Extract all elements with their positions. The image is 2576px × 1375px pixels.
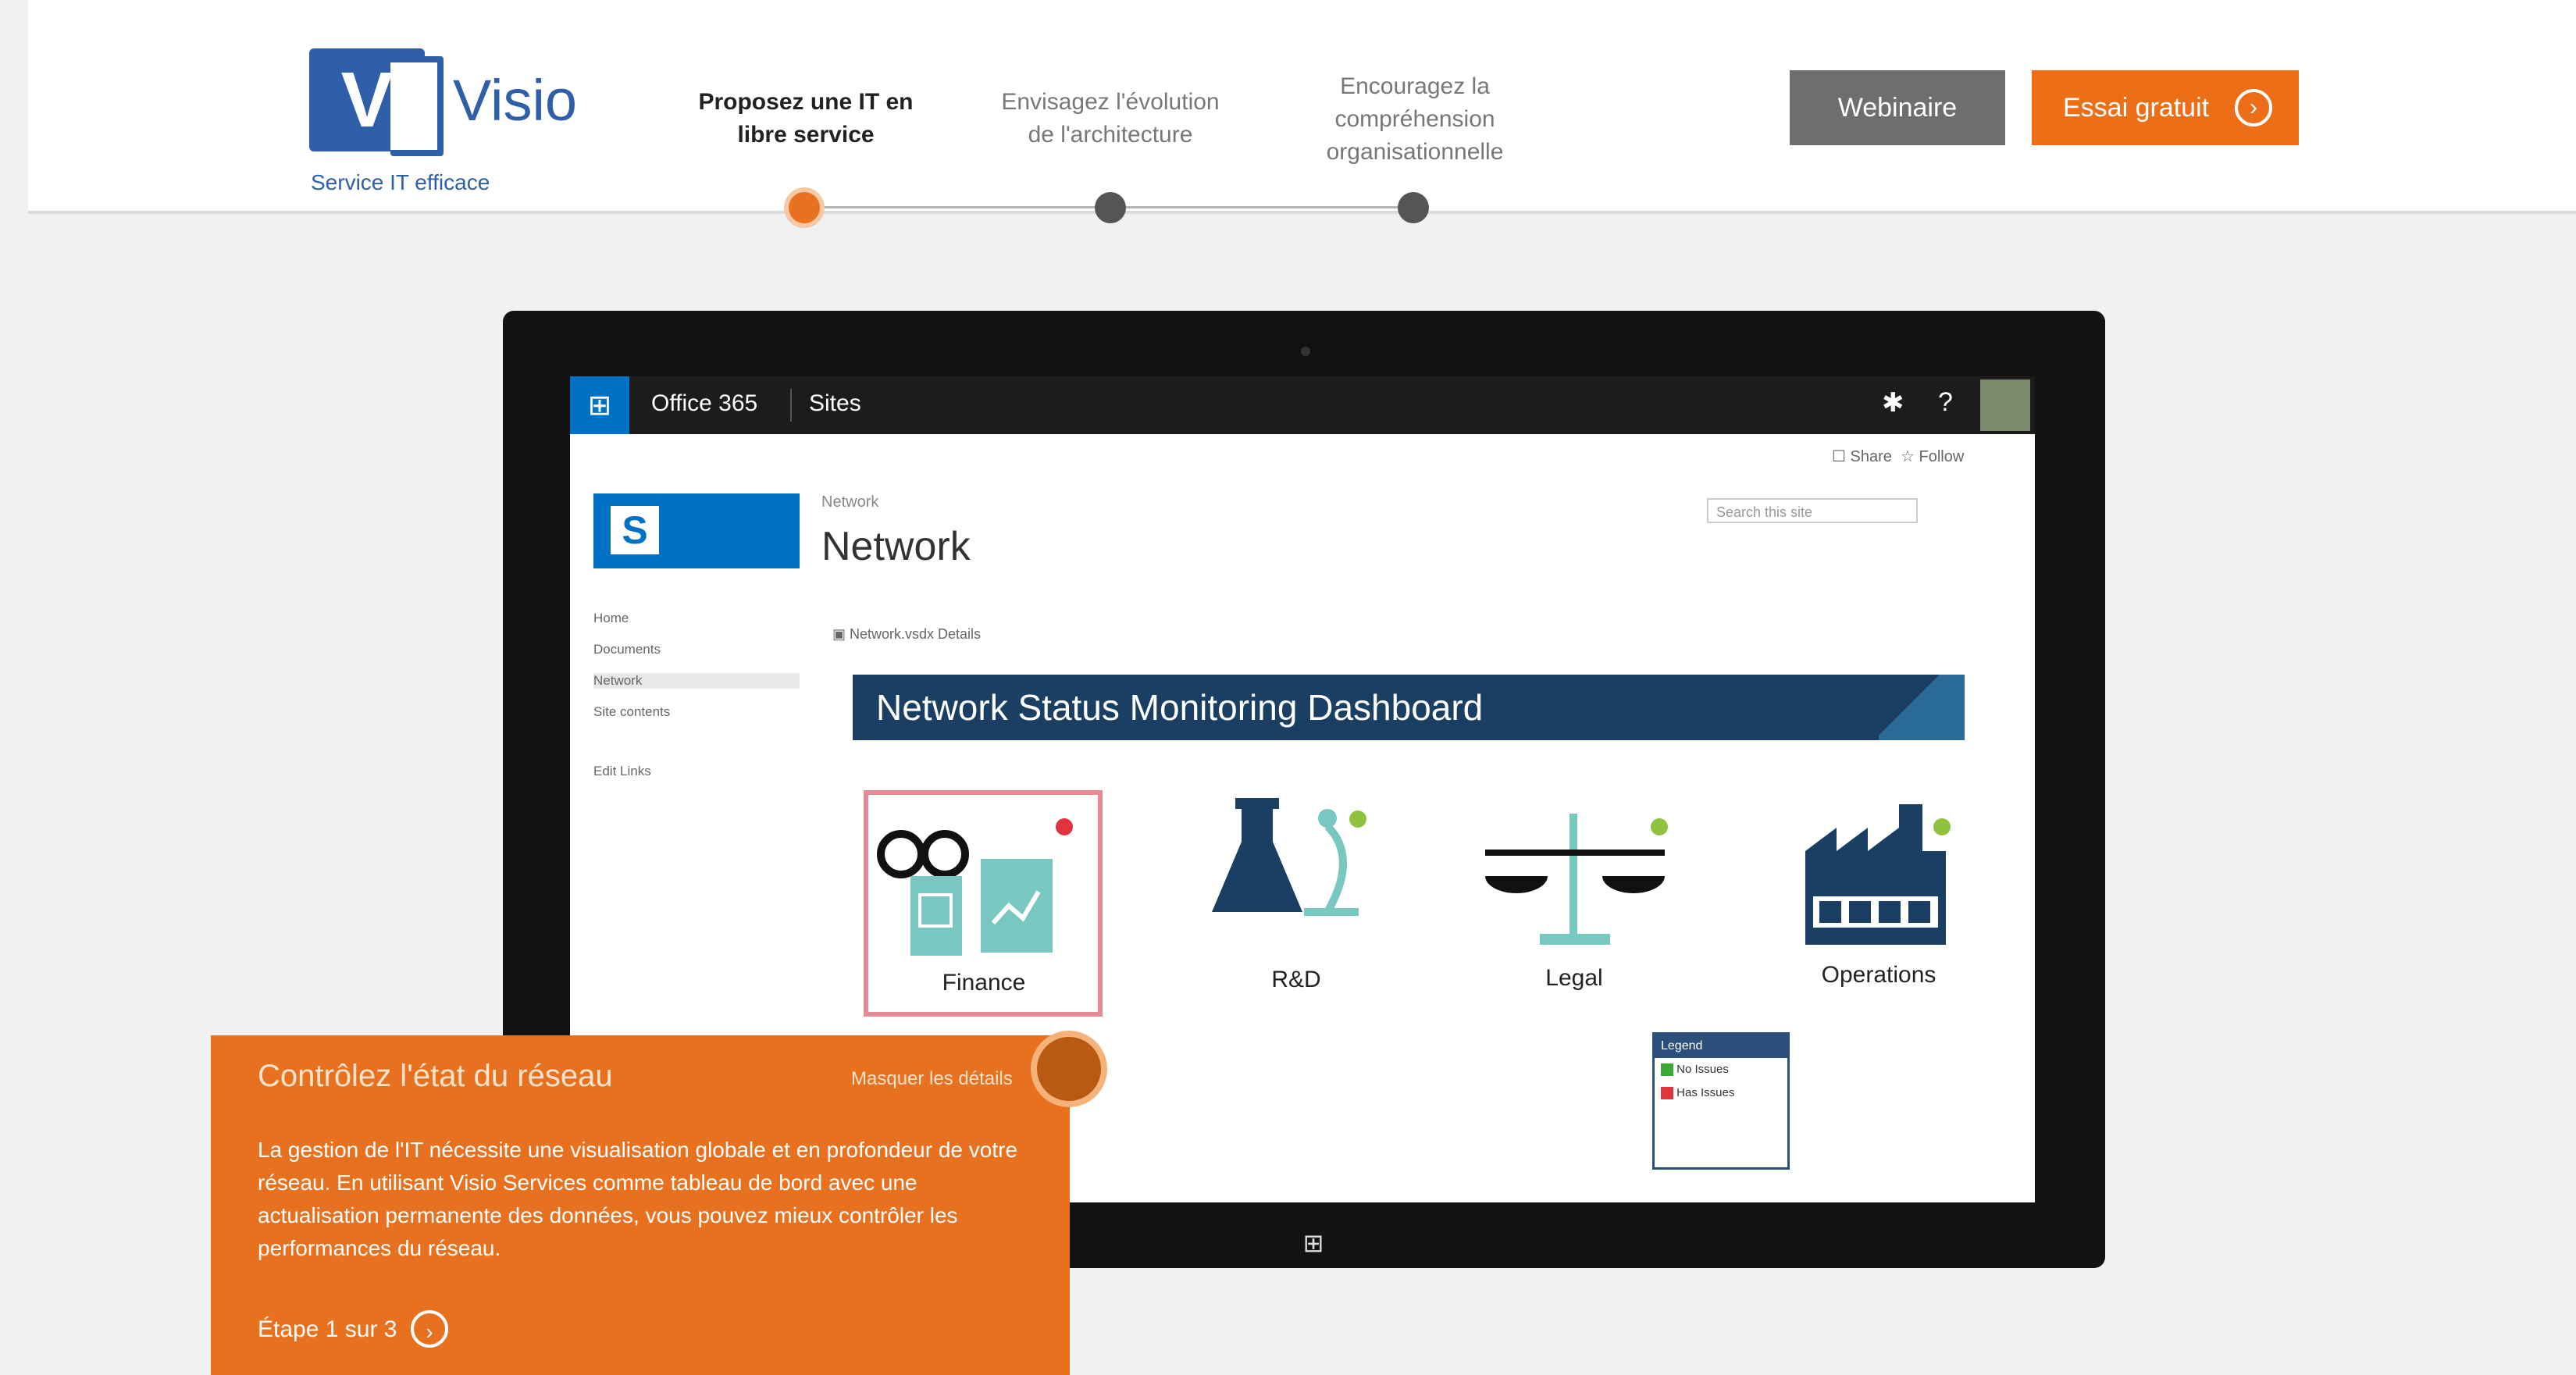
- legend-label: No Issues: [1676, 1063, 1729, 1076]
- finance-label: Finance: [942, 970, 1026, 996]
- app-name[interactable]: Visio: [453, 67, 577, 134]
- legend-item-has-issues: Has Issues: [1655, 1081, 1787, 1105]
- free-trial-label: Essai gratuit: [2063, 93, 2210, 123]
- hotspot-marker[interactable]: [1031, 1031, 1107, 1107]
- nav-item-edit-links[interactable]: Edit Links: [593, 764, 651, 779]
- sharepoint-icon: S: [611, 506, 659, 554]
- factory-icon: [1805, 804, 1946, 945]
- step-1-label[interactable]: Proposez une IT en libre service: [689, 86, 923, 151]
- visio-logo-icon[interactable]: V: [309, 48, 444, 156]
- camera-icon: [1301, 347, 1310, 356]
- help-icon[interactable]: ?: [1938, 387, 1953, 418]
- step-callout: Contrôlez l'état du réseau Masquer les d…: [211, 1035, 1070, 1375]
- rnd-status-dot: [1349, 810, 1366, 828]
- nav-item-network[interactable]: Network: [593, 673, 800, 689]
- share-button[interactable]: ☐ Share: [1832, 447, 1892, 466]
- callout-body: La gestion de l'IT nécessite une visuali…: [258, 1138, 1018, 1260]
- legend-item-no-issues: No Issues: [1655, 1058, 1787, 1081]
- next-step-icon[interactable]: ›: [411, 1310, 448, 1348]
- free-trial-button[interactable]: Essai gratuit ›: [2032, 70, 2299, 145]
- webinar-button[interactable]: Webinaire: [1790, 70, 2005, 145]
- sites-link[interactable]: Sites: [809, 390, 861, 417]
- legend-swatch-red: [1661, 1087, 1673, 1100]
- dashboard-title-text: Network Status Monitoring Dashboard: [876, 687, 1484, 728]
- nav-item-site-contents[interactable]: Site contents: [593, 704, 670, 720]
- logo-mark: V: [340, 56, 394, 144]
- operations-status-dot: [1933, 818, 1951, 835]
- tagline: Service IT efficace: [311, 170, 490, 194]
- office-365-link[interactable]: Office 365: [651, 390, 757, 417]
- legend-swatch-green: [1661, 1063, 1673, 1077]
- breadcrumb[interactable]: Network: [821, 493, 878, 511]
- step-counter: Étape 1 sur 3: [258, 1316, 397, 1342]
- finance-status-dot: [1056, 818, 1073, 835]
- title-stripe: [1879, 675, 1965, 740]
- suite-bar: ⊞ Office 365 Sites ✱ ?: [570, 376, 2035, 434]
- legal-label: Legal: [1545, 965, 1603, 991]
- site-logo[interactable]: S: [593, 493, 800, 568]
- step-2-dot[interactable]: [1095, 192, 1126, 223]
- operations-label: Operations: [1821, 962, 1936, 988]
- callout-title: Contrôlez l'état du réseau: [258, 1059, 613, 1093]
- search-input[interactable]: Search this site: [1707, 498, 1918, 523]
- legend-title: Legend: [1655, 1035, 1787, 1058]
- logo-page-icon: [390, 56, 444, 156]
- arrow-circle-icon: ›: [2235, 89, 2272, 126]
- dashboard-title: Network Status Monitoring Dashboard: [853, 675, 1965, 740]
- page-title: Network: [821, 524, 971, 569]
- step-3-dot[interactable]: [1398, 192, 1429, 223]
- windows-home-icon[interactable]: ⊞: [1298, 1227, 1329, 1259]
- legend-label: Has Issues: [1676, 1086, 1735, 1099]
- nav-item-documents[interactable]: Documents: [593, 642, 661, 657]
- hide-details-link[interactable]: Masquer les détails: [851, 1068, 1013, 1090]
- scales-icon: [1485, 814, 1665, 945]
- follow-button[interactable]: ☆ Follow: [1901, 447, 1964, 466]
- step-3-label[interactable]: Encouragez la compréhension organisation…: [1298, 70, 1532, 169]
- rnd-label: R&D: [1271, 967, 1321, 992]
- step-2-label[interactable]: Envisagez l'évolution de l'architecture: [993, 86, 1227, 151]
- legal-status-dot: [1651, 818, 1668, 835]
- app-launcher-icon[interactable]: ⊞: [570, 376, 629, 434]
- avatar[interactable]: [1980, 379, 2030, 431]
- divider: [790, 389, 792, 422]
- document-toolbar[interactable]: ▣ Network.vsdx Details: [832, 626, 981, 643]
- step-1-dot[interactable]: [789, 192, 820, 223]
- gear-icon[interactable]: ✱: [1882, 387, 1904, 419]
- legend: Legend No Issues Has Issues: [1652, 1032, 1790, 1170]
- nav-item-home[interactable]: Home: [593, 611, 629, 626]
